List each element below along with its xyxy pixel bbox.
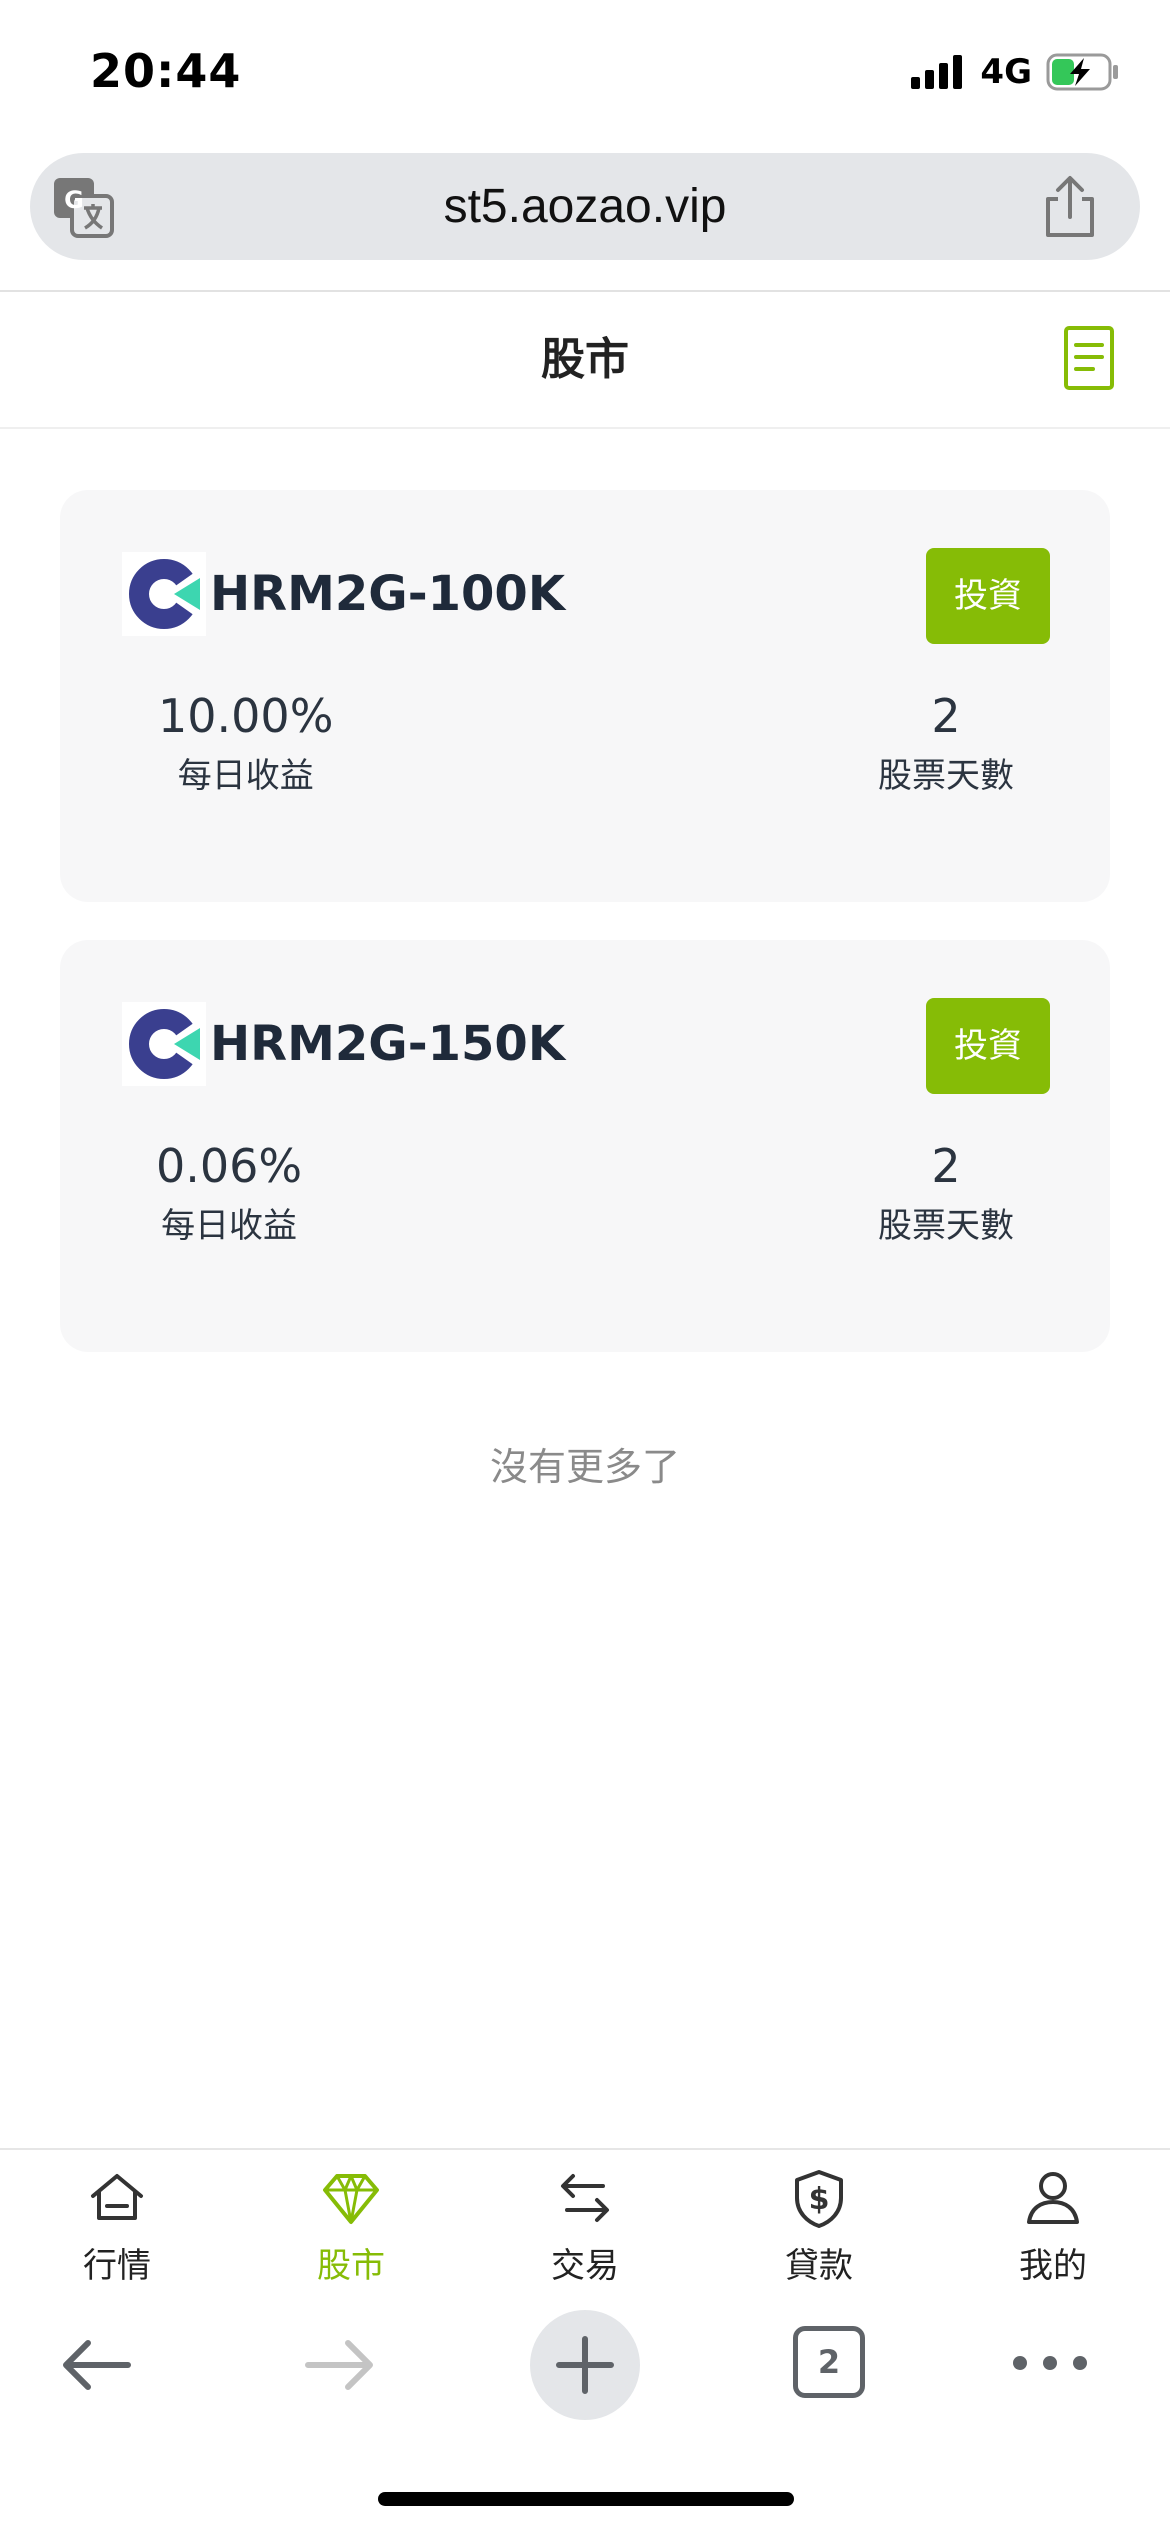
svg-text:$: $ (809, 2182, 830, 2217)
stock-days-value: 2 (931, 689, 961, 743)
share-icon[interactable] (1040, 175, 1100, 239)
nav-label: 貸款 (785, 2246, 853, 2286)
stock-logo-icon (122, 1002, 206, 1086)
swap-arrows-icon (561, 2174, 609, 2222)
signal-icon (911, 55, 963, 89)
page-title: 股市 (541, 334, 629, 385)
nav-label: 我的 (1019, 2246, 1087, 2286)
more-icon[interactable] (1010, 2348, 1090, 2378)
stock-days-value: 2 (931, 1139, 961, 1193)
status-bar: 20:44 4G (0, 0, 1170, 145)
home-indicator (378, 2492, 794, 2506)
daily-return-value: 0.06% (156, 1139, 303, 1193)
plus-icon (556, 2336, 614, 2394)
nav-label: 行情 (83, 2246, 151, 2286)
stock-card: HRM2G-150K 投資 0.06% 每日收益 2 股票天數 (60, 940, 1110, 1352)
daily-return-stat: 10.00% 每日收益 (158, 688, 333, 802)
stock-days-label: 股票天數 (878, 756, 1014, 796)
diamond-icon (323, 2174, 379, 2224)
daily-return-stat: 0.06% 每日收益 (156, 1138, 302, 1252)
new-tab-button[interactable] (530, 2310, 640, 2420)
home-icon (91, 2174, 143, 2220)
network-type: 4G (980, 52, 1032, 92)
nav-label: 交易 (551, 2246, 619, 2286)
address-bar[interactable]: G st5.aozao.vip (30, 153, 1140, 260)
list-end-text: 沒有更多了 (489, 1445, 680, 1489)
stock-card: HRM2G-100K 投資 10.00% 每日收益 2 股票天數 (60, 490, 1110, 902)
tab-switcher-button[interactable]: 2 (793, 2326, 865, 2398)
invest-button[interactable]: 投資 (926, 998, 1050, 1094)
stock-name: HRM2G-100K (210, 566, 566, 622)
nav-item-loan[interactable]: $ 貸款 (702, 2150, 936, 2296)
status-indicators: 4G (911, 52, 1120, 92)
stock-days-label: 股票天數 (878, 1206, 1014, 1246)
invest-button[interactable]: 投資 (926, 548, 1050, 644)
stock-name: HRM2G-150K (210, 1016, 566, 1072)
bottom-nav: 行情 股市 交易 $ 貸款 我的 (0, 2148, 1170, 2298)
page-header: 股市 (0, 292, 1170, 429)
status-time: 20:44 (90, 44, 242, 98)
battery-charging-icon (1046, 53, 1118, 91)
stock-days-stat: 2 股票天數 (878, 1138, 1014, 1252)
nav-item-profile[interactable]: 我的 (936, 2150, 1170, 2296)
nav-item-stocks[interactable]: 股市 (234, 2150, 468, 2296)
daily-return-value: 10.00% (158, 689, 334, 743)
nav-item-market[interactable]: 行情 (0, 2150, 234, 2296)
stock-logo-icon (122, 552, 206, 636)
document-icon[interactable] (1063, 325, 1115, 391)
nav-item-trade[interactable]: 交易 (468, 2150, 702, 2296)
back-arrow-icon[interactable] (58, 2332, 134, 2398)
url-text[interactable]: st5.aozao.vip (30, 153, 1140, 260)
user-icon (1027, 2172, 1079, 2224)
dollar-shield-icon: $ (795, 2170, 843, 2228)
nav-label: 股市 (317, 2246, 385, 2286)
forward-arrow-icon[interactable] (302, 2332, 378, 2398)
daily-return-label: 每日收益 (177, 756, 314, 796)
stock-days-stat: 2 股票天數 (878, 688, 1014, 802)
daily-return-label: 每日收益 (161, 1206, 298, 1246)
